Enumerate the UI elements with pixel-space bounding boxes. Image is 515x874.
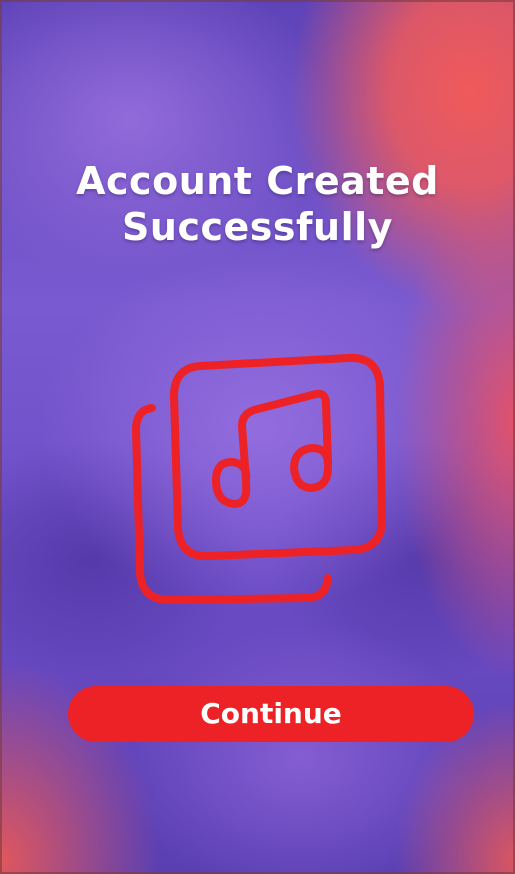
continue-button[interactable]: Continue bbox=[68, 686, 474, 742]
music-note-gallery-icon bbox=[130, 352, 386, 608]
title-line-2: Successfully bbox=[122, 205, 393, 249]
title-line-1: Account Created bbox=[76, 159, 439, 203]
account-created-screen: Account Created Successfully Continue bbox=[0, 0, 515, 874]
page-title: Account Created Successfully bbox=[0, 158, 515, 250]
